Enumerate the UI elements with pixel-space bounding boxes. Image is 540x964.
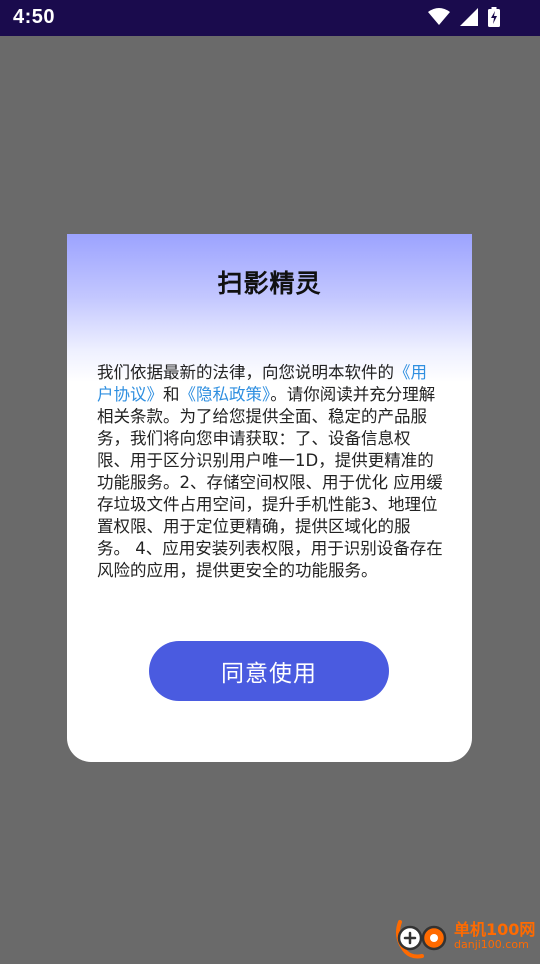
status-time: 4:50	[13, 6, 56, 28]
status-bar: 4:50	[0, 0, 540, 36]
wifi-icon	[428, 8, 450, 26]
watermark: 单机100网 danji100.com	[392, 912, 540, 960]
agree-button[interactable]: 同意使用	[149, 641, 389, 701]
dialog-title: 扫影精灵	[217, 269, 322, 298]
privacy-dialog: 扫影精灵 我们依据最新的法律，向您说明本软件的《用户协议》和《隐私政策》。请你阅…	[67, 234, 472, 762]
status-icons	[428, 7, 500, 27]
watermark-text: 单机100网 danji100.com	[454, 921, 535, 951]
watermark-url: danji100.com	[454, 937, 529, 951]
battery-charging-icon	[488, 7, 500, 27]
watermark-name: 单机100网	[454, 920, 536, 940]
signal-icon	[460, 8, 478, 26]
body-intro: 我们依据最新的法律，向您说明本软件的	[97, 363, 394, 382]
body-rest: 。请你阅读并充分理解相关条款。为了给您提供全面、稳定的产品服务，我们将向您申请获…	[97, 385, 443, 580]
watermark-logo-icon	[392, 912, 452, 960]
dialog-body: 我们依据最新的法律，向您说明本软件的《用户协议》和《隐私政策》。请你阅读并充分理…	[97, 362, 443, 582]
privacy-policy-link[interactable]: 《隐私政策》	[180, 385, 271, 404]
body-conjunction: 和	[163, 385, 180, 404]
